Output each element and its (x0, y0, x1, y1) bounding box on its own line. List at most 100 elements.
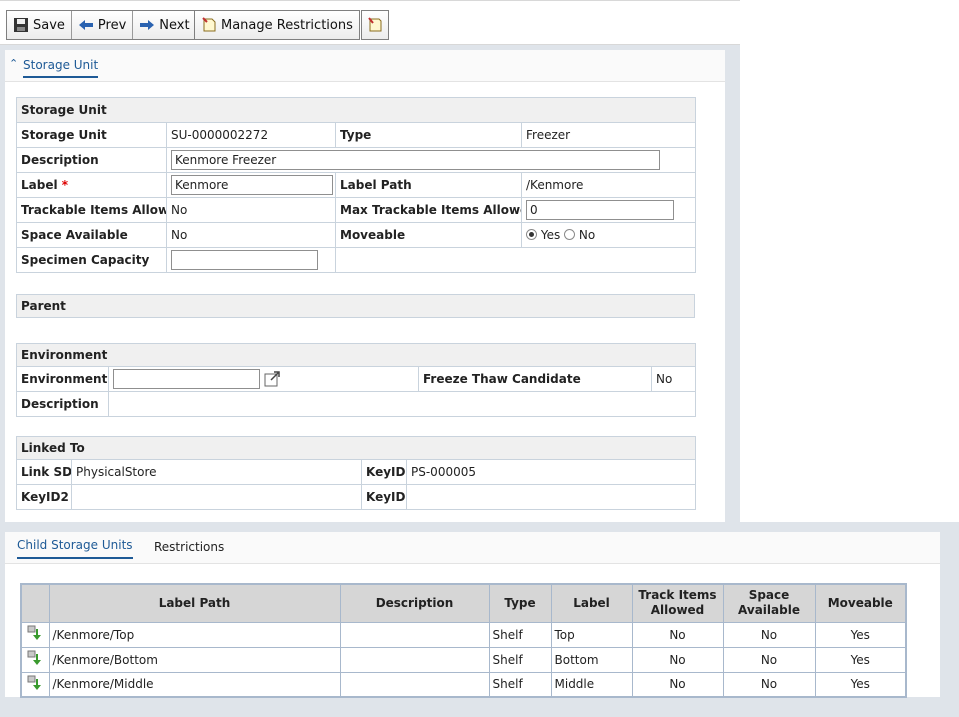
moveable-yes-radio[interactable] (526, 229, 537, 240)
row-moveable: Yes (814, 646, 907, 673)
open-link-icon[interactable] (264, 371, 280, 387)
child-storage-units-grid: Label Path Description Type Label Track … (20, 583, 907, 698)
row-type: Shelf (488, 671, 552, 698)
label-input[interactable]: Kenmore (171, 175, 333, 195)
col-header-track-items[interactable]: Track Items Allowed (631, 583, 724, 623)
row-description (339, 621, 490, 648)
required-marker: * (61, 178, 69, 192)
max-trackable-input[interactable]: 0 (526, 200, 674, 220)
arrow-left-icon (78, 20, 93, 30)
linked-to-table: Linked To Link SDC PhysicalStore KeyID1 … (15, 436, 697, 510)
keyid2-value (71, 484, 362, 510)
table-row[interactable]: /Kenmore/Middle Shelf Middle No No Yes (20, 671, 907, 698)
parent-header: Parent (16, 294, 695, 318)
restrictions-button-group: Manage Restrictions (194, 10, 360, 40)
label-path-label: Label Path (335, 172, 522, 198)
row-label: Middle (550, 671, 633, 698)
space-available-value: No (166, 222, 336, 248)
keyid1-value: PS-000005 (405, 459, 697, 485)
row-label: Bottom (550, 646, 633, 673)
storage-unit-value: SU-0000002272 (166, 122, 336, 148)
next-label: Next (159, 17, 190, 33)
max-trackable-label: Max Trackable Items Allowed (335, 197, 522, 223)
link-sdc-value: PhysicalStore (71, 459, 362, 485)
drill-down-icon[interactable] (27, 675, 43, 691)
row-space: No (722, 621, 816, 648)
row-moveable: Yes (814, 671, 907, 698)
table-row[interactable]: /Kenmore/Top Shelf Top No No Yes (20, 621, 907, 648)
bottom-tabs: Child Storage Units Restrictions (5, 532, 940, 564)
storage-unit-header: Storage Unit (16, 97, 696, 123)
nav-button-group: Save Prev Next (6, 10, 197, 40)
label-cell: Kenmore (166, 172, 336, 198)
col-header-label-path[interactable]: Label Path (48, 583, 341, 623)
environment-header: Environment (16, 343, 696, 367)
arrow-right-icon (140, 20, 155, 30)
storage-unit-label: Storage Unit (16, 122, 167, 148)
specimen-capacity-label: Specimen Capacity (16, 247, 167, 273)
moveable-no-radio[interactable] (564, 229, 576, 240)
specimen-capacity-cell (166, 247, 336, 273)
notes-button[interactable] (362, 11, 392, 39)
row-label-path: /Kenmore/Middle (48, 671, 341, 698)
section-title[interactable]: Storage Unit (23, 58, 99, 78)
row-icon-cell (20, 646, 50, 673)
link-sdc-label: Link SDC (16, 459, 72, 485)
moveable-cell: Yes No (521, 222, 696, 248)
tab-child-storage-units[interactable]: Child Storage Units (17, 538, 133, 559)
manage-restrictions-button[interactable]: Manage Restrictions (195, 11, 359, 39)
col-header-moveable[interactable]: Moveable (814, 583, 907, 623)
environment-description-value (108, 391, 696, 417)
drill-down-icon[interactable] (27, 650, 43, 666)
freeze-thaw-label: Freeze Thaw Candidate (418, 366, 652, 392)
empty-cell (335, 247, 696, 273)
space-available-label: Space Available (16, 222, 167, 248)
row-space: No (722, 671, 816, 698)
parent-table: Parent (16, 294, 695, 318)
description-input[interactable]: Kenmore Freezer (171, 150, 660, 170)
row-label: Top (550, 621, 633, 648)
row-description (339, 671, 490, 698)
col-header-space-available[interactable]: Space Available (722, 583, 816, 623)
chevron-up-icon[interactable]: ⌃ (9, 57, 18, 70)
environment-description-label: Description (16, 391, 109, 417)
specimen-capacity-input[interactable] (171, 250, 318, 270)
moveable-yes-label: Yes (540, 228, 561, 242)
row-track: No (631, 621, 724, 648)
environment-input[interactable] (113, 369, 260, 389)
grid-header-row: Label Path Description Type Label Track … (20, 583, 907, 623)
manage-restrictions-label: Manage Restrictions (221, 17, 353, 33)
environment-cell (108, 366, 419, 392)
type-label: Type (335, 122, 522, 148)
label-path-value: /Kenmore (521, 172, 696, 198)
row-icon-cell (20, 621, 50, 648)
max-trackable-cell: 0 (521, 197, 696, 223)
notes-icon (368, 17, 382, 32)
description-label: Description (16, 147, 167, 173)
environment-label: Environment (16, 366, 109, 392)
row-moveable: Yes (814, 621, 907, 648)
save-button[interactable]: Save (7, 11, 72, 39)
keyid3-value (405, 484, 697, 510)
col-header-type[interactable]: Type (488, 583, 552, 623)
toolbar: Save Prev Next Manage Restrictions (0, 0, 740, 45)
moveable-label: Moveable (335, 222, 522, 248)
keyid2-label: KeyID2 (16, 484, 72, 510)
row-space: No (722, 646, 816, 673)
row-type: Shelf (488, 646, 552, 673)
drill-down-icon[interactable] (27, 625, 43, 641)
col-header-description[interactable]: Description (339, 583, 490, 623)
tab-restrictions[interactable]: Restrictions (154, 540, 224, 559)
extra-button-group (361, 10, 389, 40)
next-button[interactable]: Next (133, 11, 195, 39)
moveable-no-label: No (578, 228, 596, 242)
table-row[interactable]: /Kenmore/Bottom Shelf Bottom No No Yes (20, 646, 907, 673)
col-header-icon (20, 583, 50, 623)
trackable-value: No (166, 197, 336, 223)
restrictions-icon (202, 17, 216, 32)
prev-label: Prev (97, 17, 127, 33)
prev-button[interactable]: Prev (72, 11, 134, 39)
label-label-text: Label (21, 178, 58, 192)
col-header-label[interactable]: Label (550, 583, 633, 623)
freeze-thaw-value: No (651, 366, 696, 392)
